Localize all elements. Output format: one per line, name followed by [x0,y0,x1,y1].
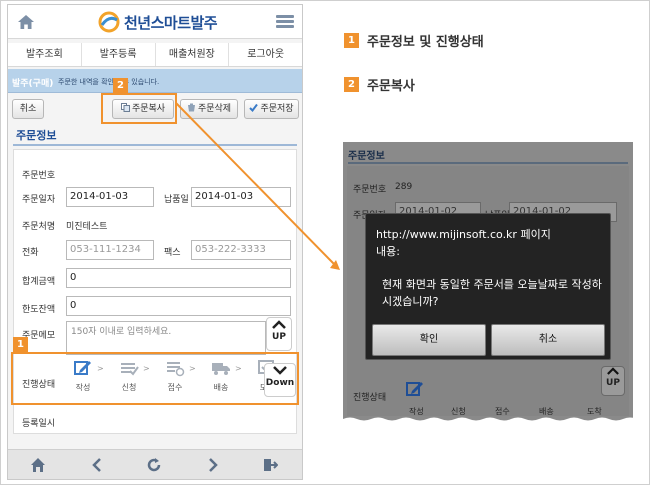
due-date-input[interactable]: 2014-01-03 [191,187,291,207]
callout-box-copy [101,93,177,124]
section-divider [13,144,297,146]
zoom-order-no-value: 289 [395,182,413,192]
nav-logout[interactable]: 로그아웃 [229,43,302,66]
dialog-cancel-button[interactable]: 취소 [491,324,605,356]
legend-item-1: 1 주문정보 및 진행상태 [344,31,484,50]
cancel-button[interactable]: 취소 [12,99,44,119]
home-icon[interactable] [30,457,46,473]
page-banner: 발주(구매) 주문한 내역을 확인할 수 있습니다. [8,69,302,93]
exit-icon[interactable] [262,457,278,473]
memo-textarea[interactable]: 150자 이내로 입력하세요. [66,321,266,355]
legend-number-1: 1 [344,33,359,48]
save-order-label: 주문저장 [260,104,294,114]
torn-edge [343,417,633,424]
callout-number-1: 1 [13,337,28,352]
total-label: 합계금액 [22,277,56,287]
mobile-screen: 천년스마트발주 발주조회 발주등록 매출처원장 로그아웃 발주(구매) 주문한 … [7,4,303,480]
forward-icon[interactable] [204,457,220,473]
bottom-nav [8,449,302,479]
dialog-origin: http://www.mijinsoft.co.kr 페이지 [376,228,551,241]
banner-title: 발주(구매) [12,79,54,89]
zoom-order-no-label: 주문번호 [353,185,387,195]
delete-icon [187,103,195,112]
limit-input[interactable]: 0 [66,296,291,316]
order-date-label: 주문일자 [22,195,56,205]
menu-icon[interactable] [276,15,294,29]
confirm-dialog: http://www.mijinsoft.co.kr 페이지 내용: 현재 화면… [365,213,611,360]
phone-input[interactable]: 053-111-1234 [66,240,154,260]
dialog-content-label: 내용: [376,245,400,258]
save-order-button[interactable]: 주문저장 [244,99,299,119]
back-icon[interactable] [90,457,106,473]
callout-box-status [11,352,299,405]
scroll-up-button[interactable]: UP [266,317,292,351]
check-icon [249,103,259,112]
total-input[interactable]: 0 [66,268,291,288]
fax-label: 팩스 [164,248,181,258]
chevron-up-icon [272,320,286,329]
callout-number-2: 2 [113,78,128,93]
zoom-divider [348,162,628,164]
legend-text-2: 주문복사 [367,79,415,94]
nav-sales-ledger[interactable]: 매출처원장 [156,43,230,66]
zoom-write-icon [406,382,423,396]
delete-order-label: 주문삭제 [197,104,232,114]
dialog-confirm-button[interactable]: 확인 [372,324,486,356]
fax-input[interactable]: 053-222-3333 [191,240,291,260]
legend-item-2: 2 주문복사 [344,75,415,94]
dialog-message: 현재 화면과 동일한 주문서를 오늘날짜로 작성하시겠습니까? [382,278,602,308]
zoom-chevron-up-icon [607,367,619,375]
legend-number-2: 2 [344,77,359,92]
top-bar: 천년스마트발주 [8,5,302,39]
zoom-section-title: 주문정보 [348,151,385,162]
main-nav: 발주조회 발주등록 매출처원장 로그아웃 [8,43,302,67]
zoomed-screenshot: 주문정보 주문번호 289 주문일자 2014-01-02 납품일 2014-0… [343,142,633,424]
logo-icon [98,11,120,33]
nav-order-list[interactable]: 발주조회 [8,43,82,66]
zoom-scroll-up[interactable]: UP [601,366,625,396]
limit-label: 한도잔액 [22,305,56,315]
order-no-label: 주문번호 [22,171,56,181]
order-date-input[interactable]: 2014-01-03 [66,187,154,207]
home-icon[interactable] [17,13,35,31]
orderer-label: 주문처명 [22,222,56,232]
zoom-status-label: 진행상태 [353,393,387,403]
zoom-scroll-up-label: UP [606,378,620,388]
registered-at-label: 등록일시 [22,419,56,429]
app-brand: 천년스마트발주 [98,11,218,33]
phone-label: 전화 [22,248,39,258]
section-title: 주문정보 [16,129,57,142]
scroll-up-label: UP [272,332,286,342]
app-title: 천년스마트발주 [124,13,218,32]
banner-description: 주문한 내역을 확인할 수 있습니다. [58,78,160,86]
due-date-label: 납품일 [164,195,189,205]
orderer-value: 미진테스트 [66,222,108,232]
nav-order-register[interactable]: 발주등록 [82,43,156,66]
delete-order-button[interactable]: 주문삭제 [180,99,238,119]
refresh-icon[interactable] [146,457,162,473]
legend-text-1: 주문정보 및 진행상태 [367,35,484,50]
